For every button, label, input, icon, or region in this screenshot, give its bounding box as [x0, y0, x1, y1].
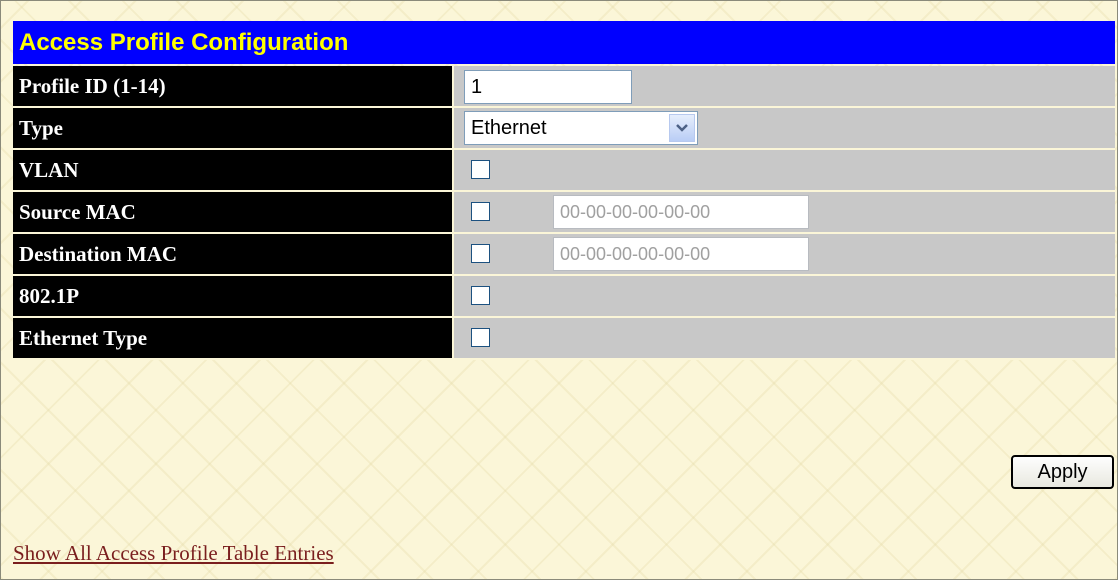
ethernet-type-checkbox[interactable] — [471, 328, 490, 347]
row-source-mac: Source MAC — [13, 191, 1115, 234]
type-label: Type — [13, 107, 454, 150]
destination-mac-label: Destination MAC — [13, 233, 454, 276]
vlan-checkbox[interactable] — [471, 160, 490, 179]
vlan-label: VLAN — [13, 149, 454, 192]
access-profile-form: Profile ID (1-14) Type Ethernet VLAN — [13, 66, 1115, 360]
8021p-checkbox[interactable] — [471, 286, 490, 305]
type-select[interactable]: Ethernet — [464, 111, 698, 145]
row-vlan: VLAN — [13, 149, 1115, 192]
8021p-cell — [453, 275, 1115, 318]
profile-id-label: Profile ID (1-14) — [13, 66, 454, 108]
row-ethernet-type: Ethernet Type — [13, 317, 1115, 360]
row-destination-mac: Destination MAC — [13, 233, 1115, 276]
show-all-entries-link[interactable]: Show All Access Profile Table Entries — [13, 541, 334, 566]
type-select-value: Ethernet — [471, 117, 547, 139]
source-mac-checkbox[interactable] — [471, 202, 490, 221]
ethernet-type-cell — [453, 317, 1115, 360]
row-profile-id: Profile ID (1-14) — [13, 66, 1115, 108]
page-title: Access Profile Configuration — [13, 21, 1115, 64]
ethernet-type-label: Ethernet Type — [13, 317, 454, 360]
source-mac-label: Source MAC — [13, 191, 454, 234]
type-cell: Ethernet — [453, 107, 1115, 150]
chevron-down-icon[interactable] — [669, 114, 695, 142]
destination-mac-input[interactable] — [553, 237, 809, 271]
source-mac-cell — [453, 191, 1115, 234]
destination-mac-cell — [453, 233, 1115, 276]
destination-mac-checkbox[interactable] — [471, 244, 490, 263]
row-8021p: 802.1P — [13, 275, 1115, 318]
vlan-cell — [453, 149, 1115, 192]
page-frame: Access Profile Configuration Profile ID … — [0, 0, 1118, 580]
profile-id-cell — [453, 66, 1115, 108]
apply-button[interactable]: Apply — [1011, 455, 1114, 489]
profile-id-input[interactable] — [464, 70, 632, 104]
row-type: Type Ethernet — [13, 107, 1115, 150]
8021p-label: 802.1P — [13, 275, 454, 318]
source-mac-input[interactable] — [553, 195, 809, 229]
